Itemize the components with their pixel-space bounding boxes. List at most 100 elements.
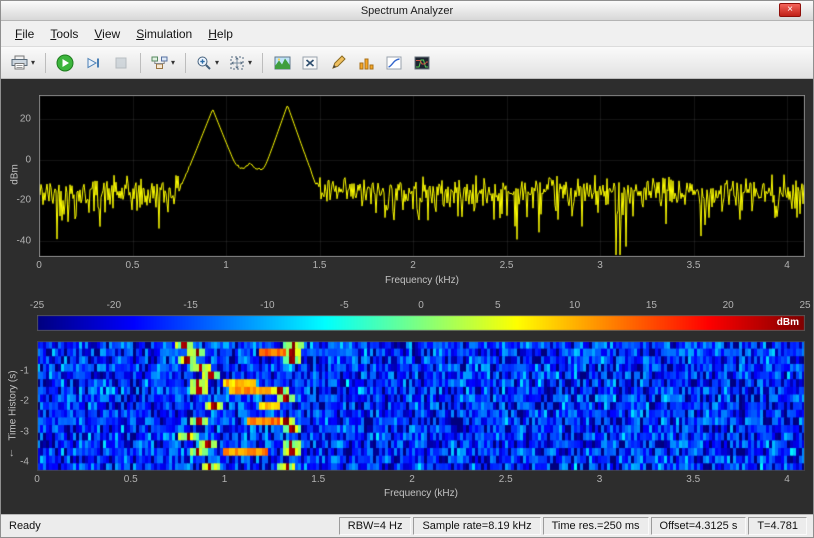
zoom-icon bbox=[196, 55, 212, 71]
export-button[interactable]: ▾ bbox=[7, 51, 39, 75]
tick-label: 0.5 bbox=[124, 474, 138, 485]
colorbar-canvas bbox=[37, 315, 805, 331]
tick-label: 3.5 bbox=[687, 260, 701, 271]
tick-label: -20 bbox=[1, 195, 31, 206]
stop-button bbox=[108, 51, 134, 75]
image-icon bbox=[274, 56, 291, 70]
toolbar-separator bbox=[140, 53, 141, 73]
tick-label: 0 bbox=[36, 260, 42, 271]
status-offset: Offset=4.3125 s bbox=[651, 517, 747, 535]
bars-icon bbox=[359, 56, 374, 70]
mask-icon bbox=[414, 56, 430, 70]
tick-label: -10 bbox=[260, 300, 274, 311]
tick-label: 3.5 bbox=[686, 474, 700, 485]
menu-file[interactable]: File bbox=[7, 24, 42, 44]
tick-label: -5 bbox=[340, 300, 349, 311]
status-rbw: RBW=4 Hz bbox=[339, 517, 412, 535]
spectrogram-x-ticks: 0 0.5 1 1.5 2 2.5 3 3.5 4 bbox=[37, 474, 805, 486]
tick-label: 20 bbox=[723, 300, 734, 311]
menu-view[interactable]: View bbox=[86, 24, 128, 44]
spectral-mask-button[interactable] bbox=[409, 51, 435, 75]
tick-label: 1.5 bbox=[313, 260, 327, 271]
tick-label: -40 bbox=[1, 235, 31, 246]
xcursor-icon bbox=[302, 56, 318, 70]
tick-label: 0 bbox=[1, 154, 31, 165]
tick-label: -25 bbox=[30, 300, 44, 311]
play-icon bbox=[56, 54, 74, 72]
window-title: Spectrum Analyzer bbox=[1, 5, 813, 17]
menu-help[interactable]: Help bbox=[200, 24, 241, 44]
status-ready: Ready bbox=[7, 520, 41, 532]
menu-tools[interactable]: Tools bbox=[42, 24, 86, 44]
spectrum-x-ticks: 0 0.5 1 1.5 2 2.5 3 3.5 4 bbox=[39, 260, 805, 272]
tick-label: 2 bbox=[409, 474, 415, 485]
close-button[interactable]: × bbox=[779, 3, 801, 17]
tick-label: 10 bbox=[569, 300, 580, 311]
dropdown-arrow-icon: ▾ bbox=[171, 58, 175, 67]
simulation-config-button[interactable]: ▾ bbox=[147, 51, 179, 75]
menu-simulation[interactable]: Simulation bbox=[128, 24, 200, 44]
tick-label: 4 bbox=[784, 260, 790, 271]
tick-label: 1 bbox=[223, 260, 229, 271]
title-bar[interactable]: Spectrum Analyzer × bbox=[1, 1, 813, 21]
tick-label: -1 bbox=[1, 366, 29, 377]
tick-label: -15 bbox=[183, 300, 197, 311]
span-button[interactable]: ▾ bbox=[225, 51, 256, 75]
measurements-button[interactable] bbox=[297, 51, 323, 75]
spectrum-canvas[interactable] bbox=[39, 95, 805, 257]
colorbar-unit-label: dBm bbox=[777, 317, 799, 328]
toolbar-separator bbox=[185, 53, 186, 73]
tick-label: 3 bbox=[597, 474, 603, 485]
tick-label: 0 bbox=[418, 300, 424, 311]
spectrum-analyzer-window: Spectrum Analyzer × File Tools View Simu… bbox=[0, 0, 814, 538]
step-forward-button[interactable] bbox=[80, 51, 106, 75]
spectrogram-y-ticks: -1 -2 -3 -4 bbox=[1, 341, 33, 471]
tick-label: -2 bbox=[1, 396, 29, 407]
tick-label: 1.5 bbox=[311, 474, 325, 485]
toolbar-separator bbox=[262, 53, 263, 73]
menu-bar: File Tools View Simulation Help bbox=[1, 21, 813, 47]
spectrum-x-axis-label: Frequency (kHz) bbox=[39, 275, 805, 286]
plot-icon bbox=[386, 56, 402, 70]
close-icon: × bbox=[787, 4, 793, 15]
pencil-icon bbox=[331, 55, 346, 70]
tick-label: 2.5 bbox=[499, 474, 513, 485]
tick-label: 0.5 bbox=[126, 260, 140, 271]
peak-finder-button[interactable] bbox=[325, 51, 351, 75]
tick-label: 2.5 bbox=[500, 260, 514, 271]
dropdown-arrow-icon: ▾ bbox=[248, 58, 252, 67]
status-time-res: Time res.=250 ms bbox=[543, 517, 649, 535]
tick-label: 15 bbox=[646, 300, 657, 311]
spectrum-settings-button[interactable] bbox=[269, 51, 295, 75]
config-icon bbox=[151, 55, 168, 70]
status-sim-time: T=4.781 bbox=[748, 517, 807, 535]
tick-label: 25 bbox=[799, 300, 810, 311]
step-icon bbox=[85, 55, 101, 71]
tick-label: 2 bbox=[410, 260, 416, 271]
spectrum-y-ticks: 20 0 -20 -40 bbox=[1, 95, 35, 257]
spectrogram-canvas[interactable] bbox=[37, 341, 805, 471]
tick-label: -4 bbox=[1, 456, 29, 467]
zoom-button[interactable]: ▾ bbox=[192, 51, 223, 75]
toolbar-separator bbox=[45, 53, 46, 73]
colorbar-ticks: -25-20-15-10-50510152025 bbox=[37, 300, 805, 312]
span-icon bbox=[229, 55, 245, 71]
ccdf-button[interactable] bbox=[381, 51, 407, 75]
scope-display: dBm 200-20-40 00.511.522.533.54 Frequenc… bbox=[1, 79, 813, 514]
tick-label: 4 bbox=[784, 474, 790, 485]
run-button[interactable] bbox=[52, 51, 78, 75]
colorbar: dBm bbox=[37, 315, 805, 331]
tick-label: 1 bbox=[222, 474, 228, 485]
tick-label: 3 bbox=[597, 260, 603, 271]
printer-icon bbox=[11, 55, 28, 70]
tick-label: -20 bbox=[107, 300, 121, 311]
tick-label: 5 bbox=[495, 300, 501, 311]
status-fields: RBW=4 HzSample rate=8.19 kHzTime res.=25… bbox=[339, 517, 807, 535]
tick-label: 20 bbox=[1, 114, 31, 125]
dropdown-arrow-icon: ▾ bbox=[31, 58, 35, 67]
distortion-button[interactable] bbox=[353, 51, 379, 75]
tick-label: -3 bbox=[1, 426, 29, 437]
status-bar: Ready RBW=4 HzSample rate=8.19 kHzTime r… bbox=[1, 514, 813, 537]
tick-label: 0 bbox=[34, 474, 40, 485]
status-sample-rate: Sample rate=8.19 kHz bbox=[413, 517, 540, 535]
